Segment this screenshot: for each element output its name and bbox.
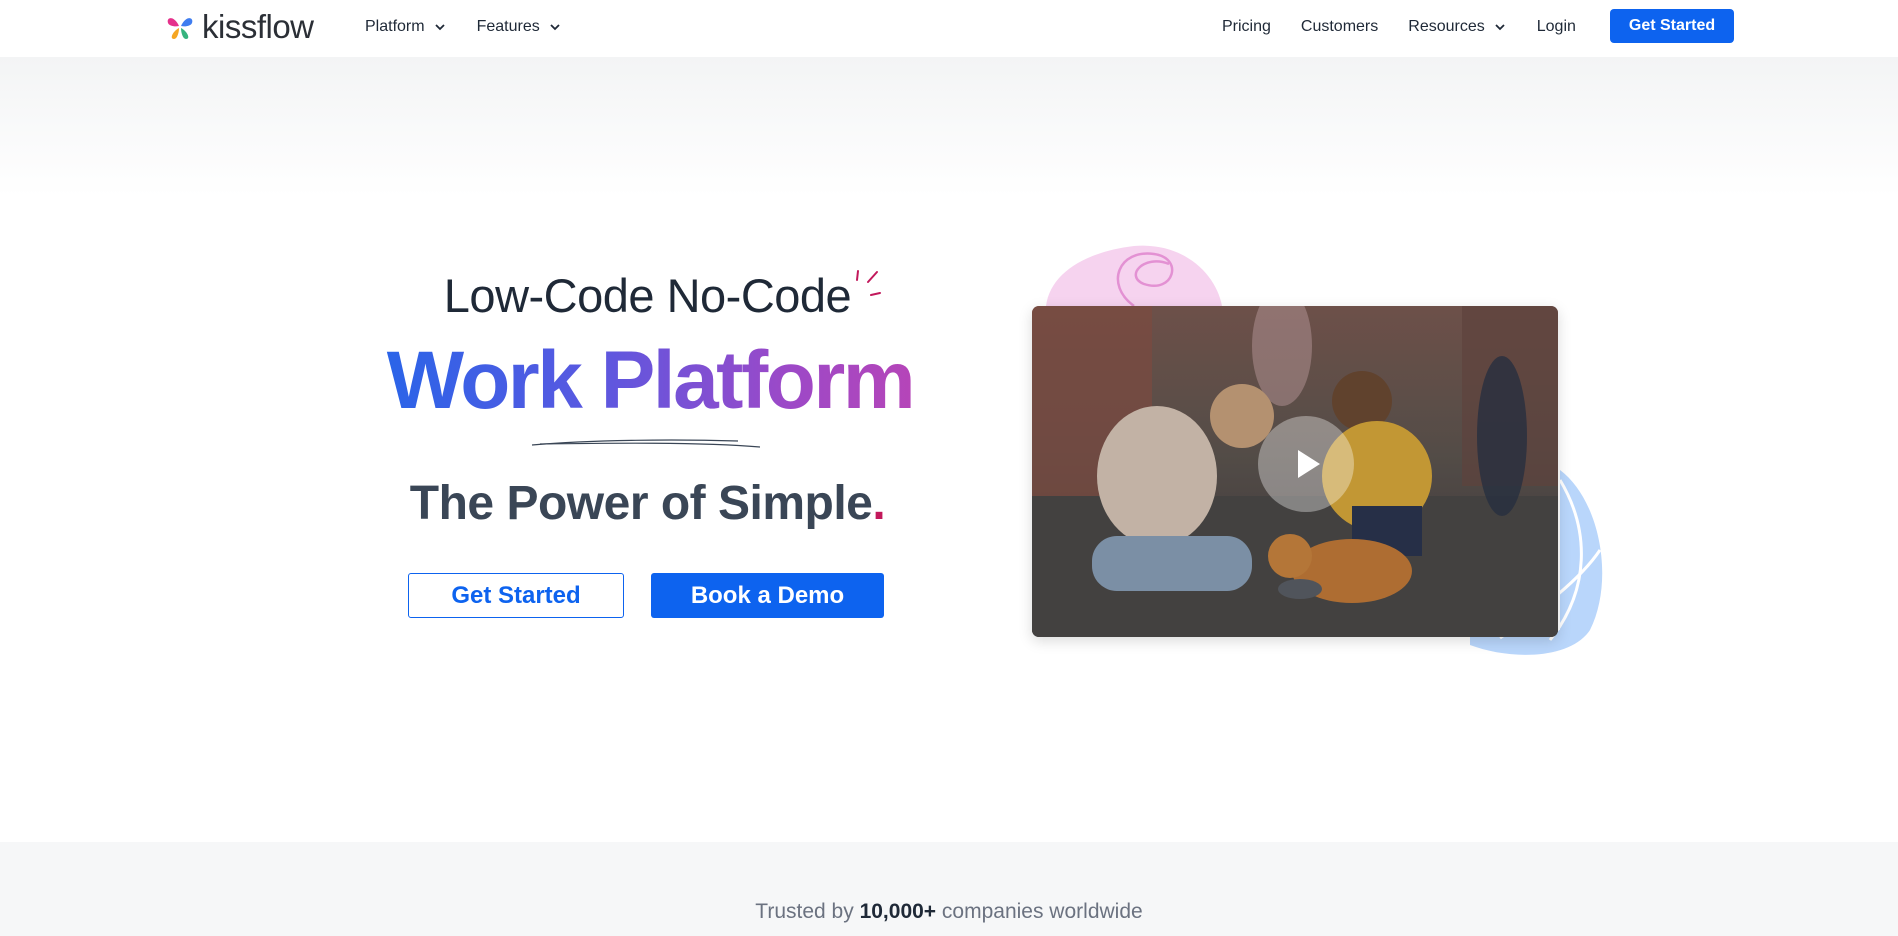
nav-resources-label: Resources [1408, 18, 1485, 35]
nav-login[interactable]: Login [1537, 16, 1576, 38]
book-demo-button[interactable]: Book a Demo [651, 573, 884, 618]
play-icon [1298, 450, 1320, 478]
get-started-button[interactable]: Get Started [408, 573, 624, 618]
trust-text: Trusted by 10,000+ companies worldwide [0, 900, 1898, 924]
nav-features-label: Features [476, 18, 540, 35]
nav-pricing[interactable]: Pricing [1222, 16, 1271, 38]
nav-platform[interactable]: Platform [365, 16, 447, 38]
scribble-underline [531, 439, 761, 448]
hero-tagline: The Power of Simple. [400, 476, 895, 531]
butterfly-logo-icon [167, 18, 193, 39]
sparkle-icon [856, 270, 881, 296]
trust-count: 10,000+ [859, 900, 937, 923]
hero-heading: Work Platform [385, 333, 916, 429]
trust-bar: Trusted by 10,000+ companies worldwide [0, 842, 1898, 936]
tagline-dot: . [872, 477, 886, 530]
get-started-nav-button[interactable]: Get Started [1610, 9, 1734, 43]
trust-suffix: companies worldwide [941, 900, 1143, 923]
nav-features[interactable]: Features [477, 16, 562, 38]
nav-pricing-label: Pricing [1222, 18, 1271, 35]
hero-tagline-text: The Power of Simple [409, 477, 873, 530]
nav-platform-label: Platform [365, 18, 425, 35]
kissflow-logo[interactable]: kissflow [164, 10, 314, 44]
primary-nav: Platform Features [365, 16, 562, 38]
trust-prefix: Trusted by [755, 900, 854, 923]
nav-customers[interactable]: Customers [1301, 16, 1378, 38]
pink-decorative-blob [1046, 245, 1222, 306]
nav-login-label: Login [1536, 18, 1576, 35]
top-navigation: kissflow Platform Features Pricing Custo… [0, 0, 1898, 57]
play-button[interactable] [1258, 416, 1354, 512]
hero-subheading: Low-Code No-Code [443, 269, 852, 322]
nav-customers-label: Customers [1300, 18, 1379, 35]
chevron-down-icon [1495, 24, 1505, 31]
chevron-down-icon [550, 24, 560, 31]
nav-resources[interactable]: Resources [1408, 16, 1506, 38]
header-shadow [0, 57, 1898, 197]
brand-name: kissflow [202, 8, 314, 45]
hero-video[interactable] [1032, 306, 1558, 637]
chevron-down-icon [434, 24, 445, 31]
secondary-nav: Pricing Customers Resources Login [1222, 16, 1576, 38]
